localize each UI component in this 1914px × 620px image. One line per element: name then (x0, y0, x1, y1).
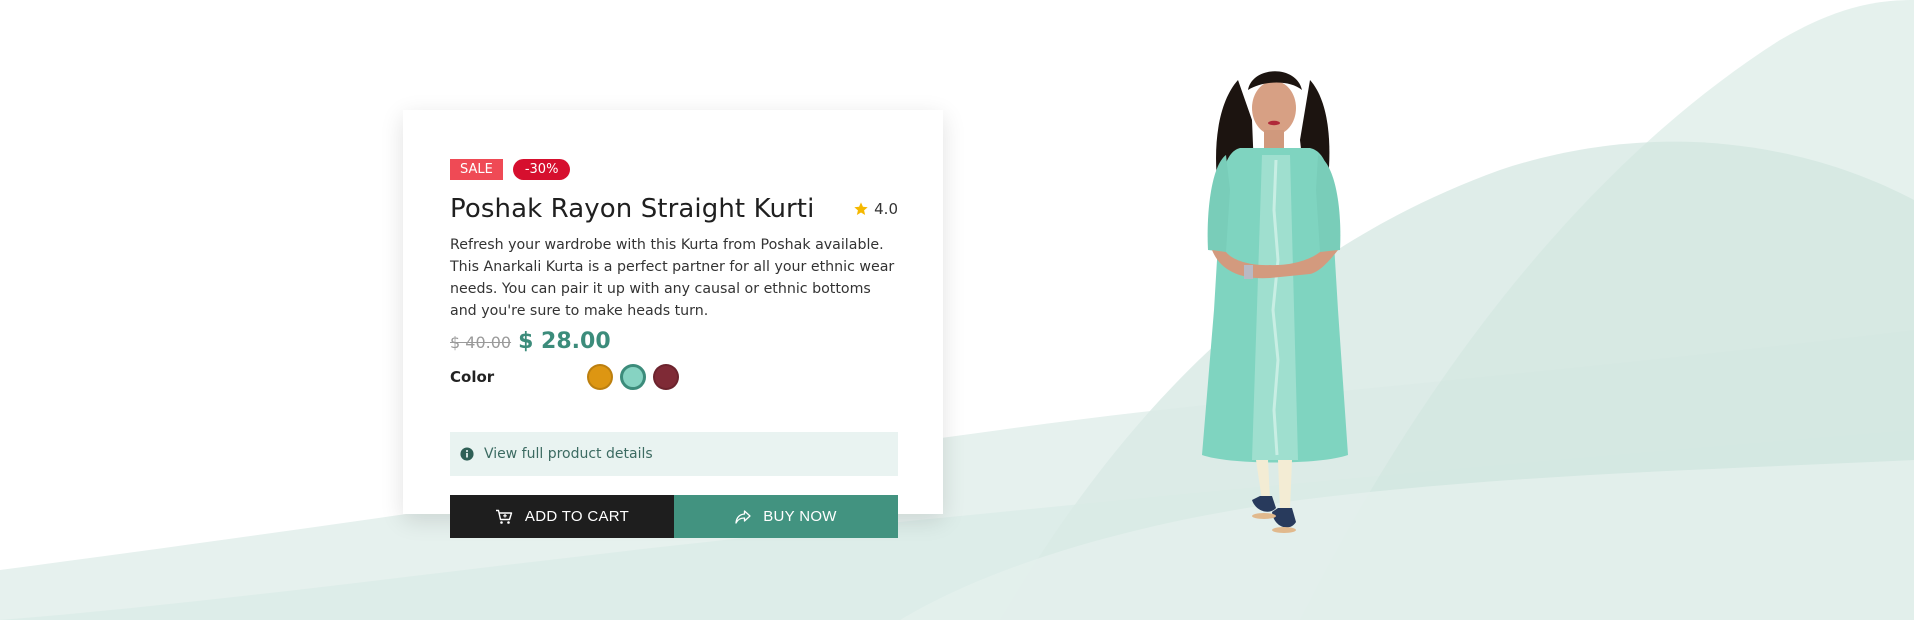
product-model-image (1202, 71, 1348, 533)
rating-value: 4.0 (874, 200, 898, 218)
sale-price: $ 28.00 (518, 329, 611, 354)
info-icon (460, 447, 474, 461)
color-selector: Color (450, 364, 898, 390)
discount-badge: -30% (512, 159, 571, 180)
badge-group: SALE -30% (450, 159, 571, 180)
color-label: Color (450, 368, 495, 386)
view-details-link[interactable]: View full product details (450, 432, 898, 476)
sale-badge: SALE (450, 159, 503, 180)
buy-now-label: BUY NOW (763, 508, 837, 525)
action-buttons: ADD TO CART BUY NOW (450, 495, 898, 538)
product-description: Refresh your wardrobe with this Kurta fr… (450, 237, 895, 319)
product-card: SALE -30% Poshak Rayon Straight Kurti 4.… (403, 110, 943, 538)
star-icon (854, 202, 868, 215)
add-to-cart-label: ADD TO CART (524, 508, 630, 525)
cart-icon (495, 509, 513, 524)
view-details-label: View full product details (484, 446, 653, 462)
price-row: $ 40.00 $ 28.00 (450, 329, 611, 354)
color-swatch-maroon[interactable] (653, 364, 679, 390)
product-rating: 4.0 (853, 200, 898, 218)
color-swatch-aqua[interactable] (620, 364, 646, 390)
add-to-cart-button[interactable]: ADD TO CART (450, 495, 674, 538)
product-hero: SALE -30% Poshak Rayon Straight Kurti 4.… (0, 0, 1914, 620)
title-row: Poshak Rayon Straight Kurti 4.0 (450, 194, 898, 224)
buy-now-button[interactable]: BUY NOW (674, 495, 898, 538)
share-forward-icon (735, 509, 751, 524)
color-swatch-mustard[interactable] (587, 364, 613, 390)
product-title: Poshak Rayon Straight Kurti (450, 194, 815, 224)
color-swatches (587, 364, 679, 390)
background-waves (0, 0, 1914, 620)
original-price: $ 40.00 (450, 333, 512, 352)
